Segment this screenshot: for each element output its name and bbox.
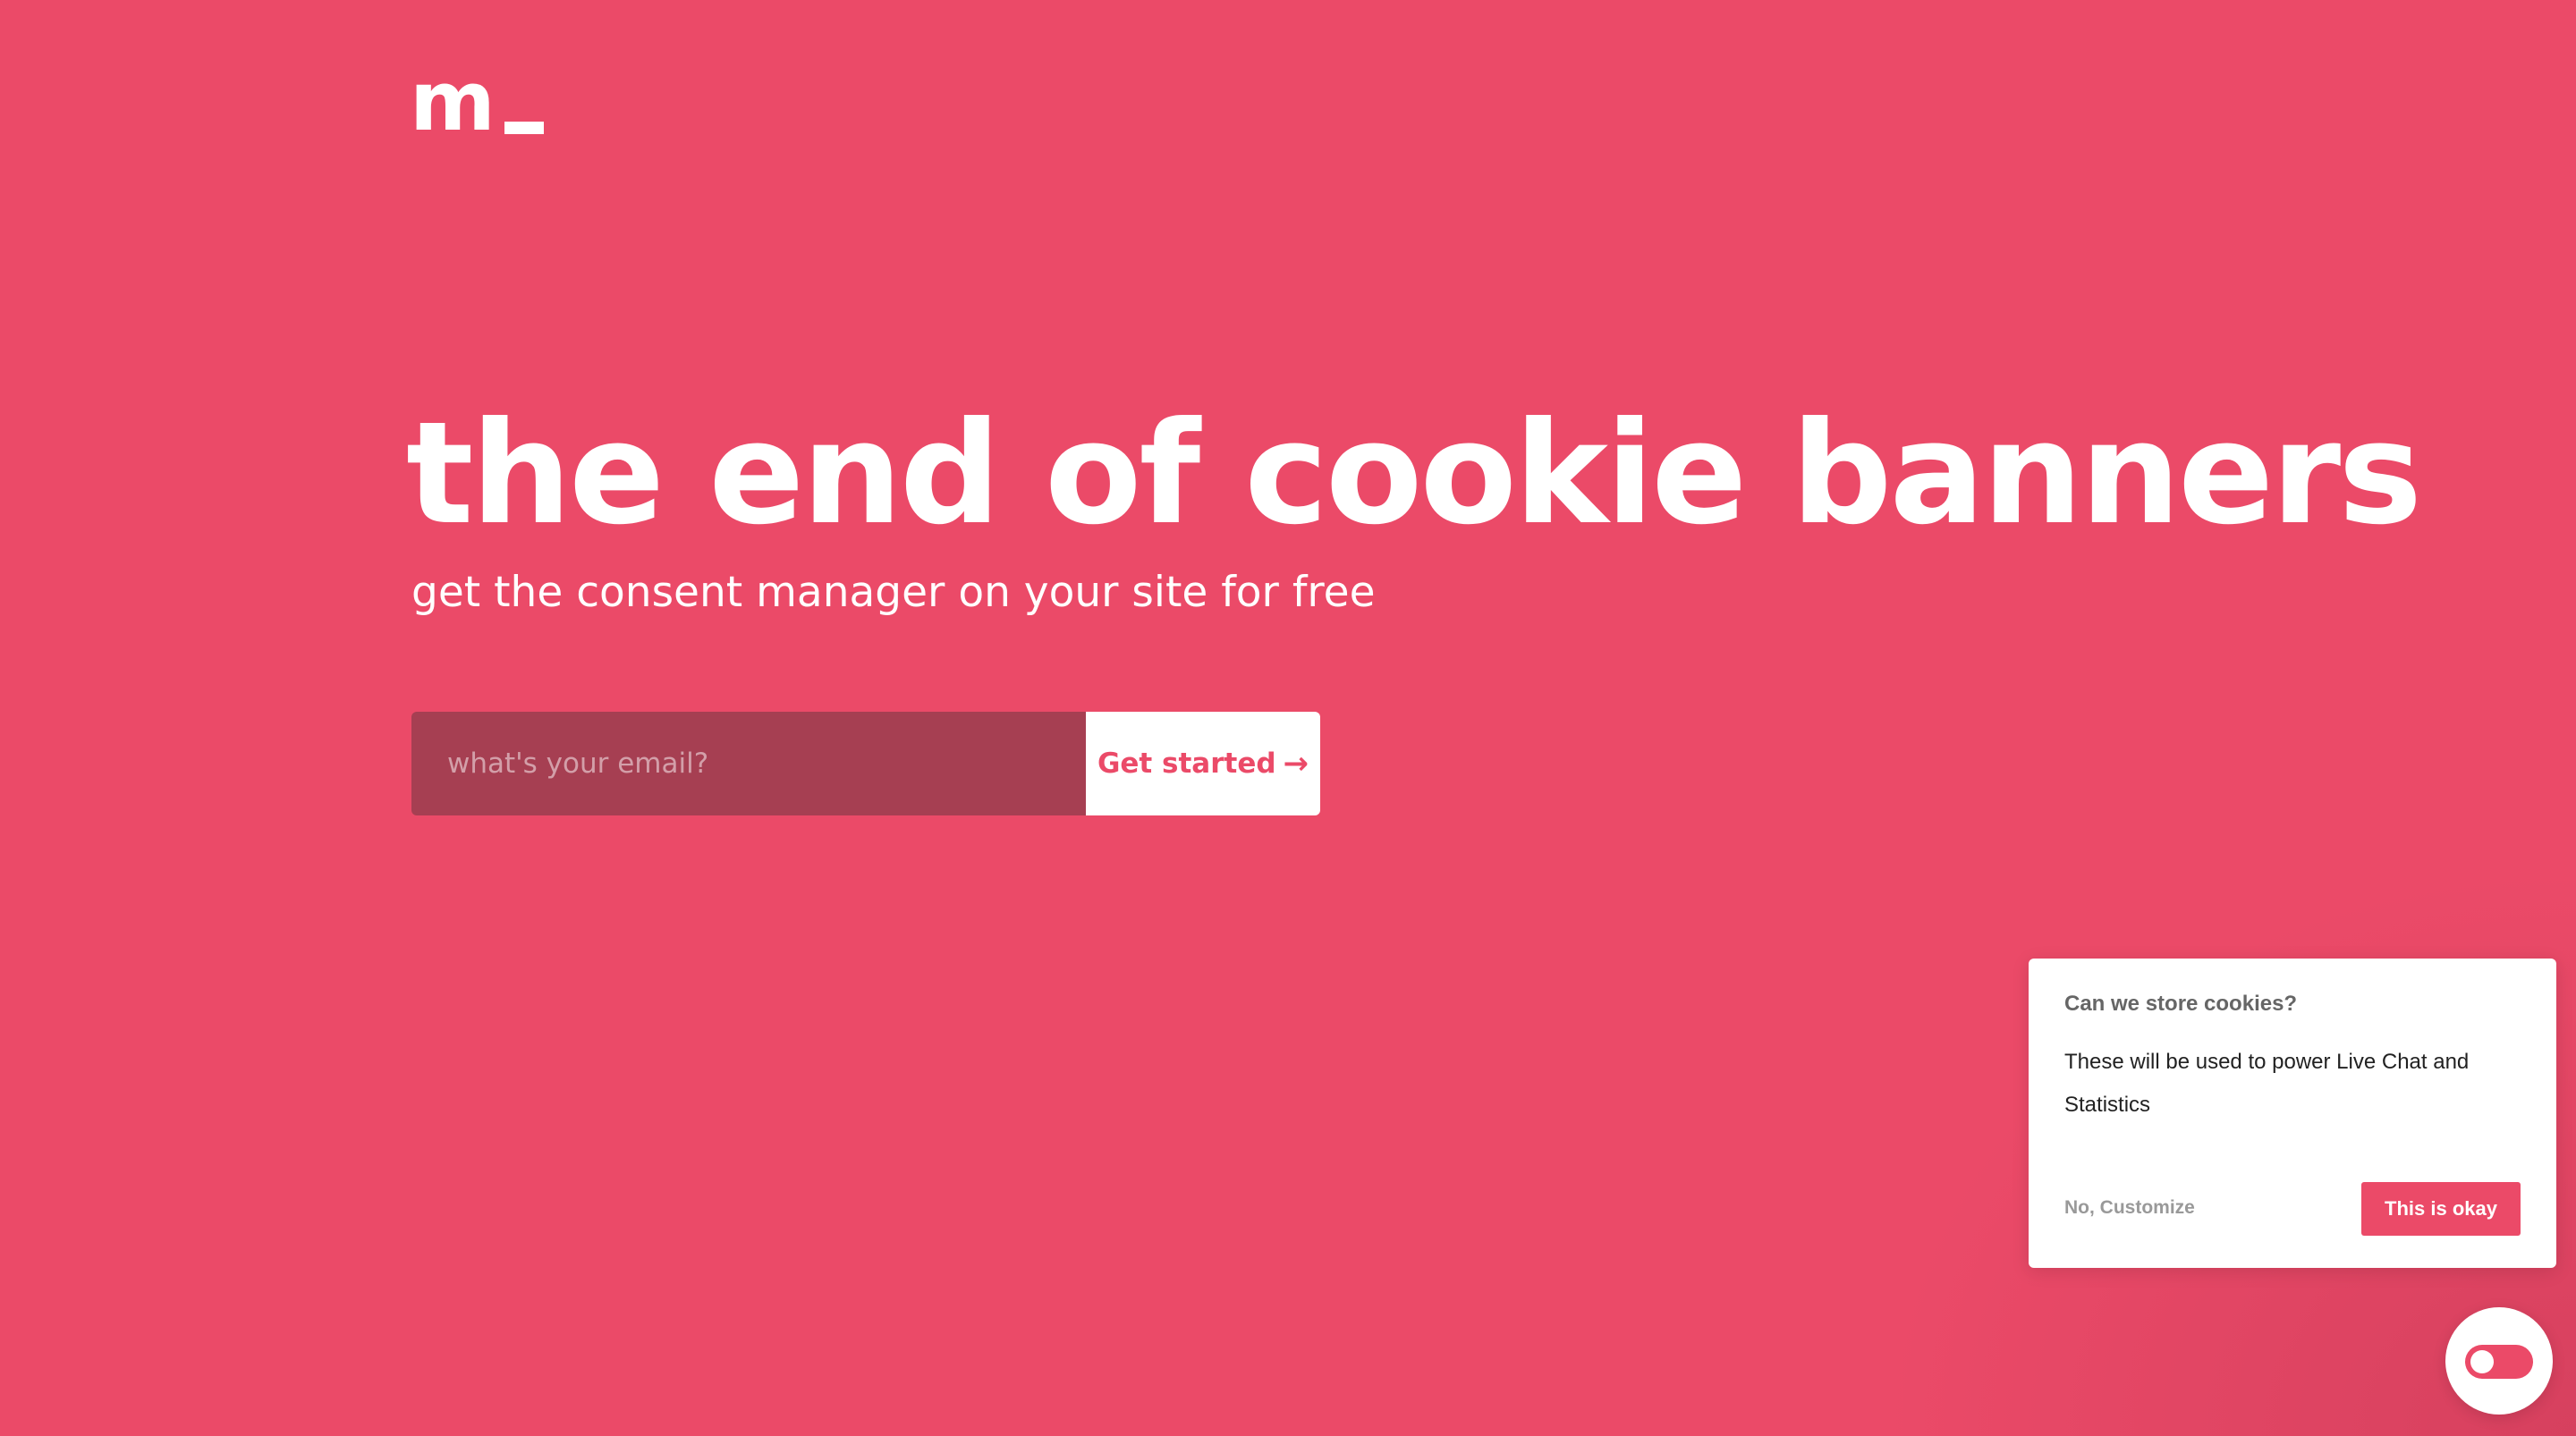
hero-title: the end of cookie banners — [406, 392, 2422, 556]
hero-subtitle: get the consent manager on your site for… — [411, 568, 1376, 617]
logo[interactable]: m — [410, 54, 544, 149]
toggle-knob — [2470, 1350, 2494, 1373]
cookie-consent-dialog: Can we store cookies? These will be used… — [2029, 959, 2556, 1268]
email-input[interactable] — [411, 712, 1086, 815]
consent-description: These will be used to power Live Chat an… — [2064, 1050, 2470, 1117]
arrow-right-icon: → — [1283, 746, 1309, 781]
consent-title: Can we store cookies? — [2064, 992, 2298, 1016]
get-started-label: Get started — [1097, 748, 1276, 780]
landing-page: m the end of cookie banners get the cons… — [0, 0, 2576, 1436]
signup-form: Get started → — [411, 712, 1320, 815]
accept-cookies-button[interactable]: This is okay — [2361, 1182, 2521, 1236]
toggle-icon — [2465, 1345, 2533, 1379]
logo-underscore — [504, 122, 544, 134]
logo-letter: m — [410, 54, 496, 149]
consent-widget-button[interactable] — [2445, 1307, 2553, 1415]
get-started-button[interactable]: Get started → — [1086, 712, 1320, 815]
no-customize-link[interactable]: No, Customize — [2064, 1195, 2195, 1221]
